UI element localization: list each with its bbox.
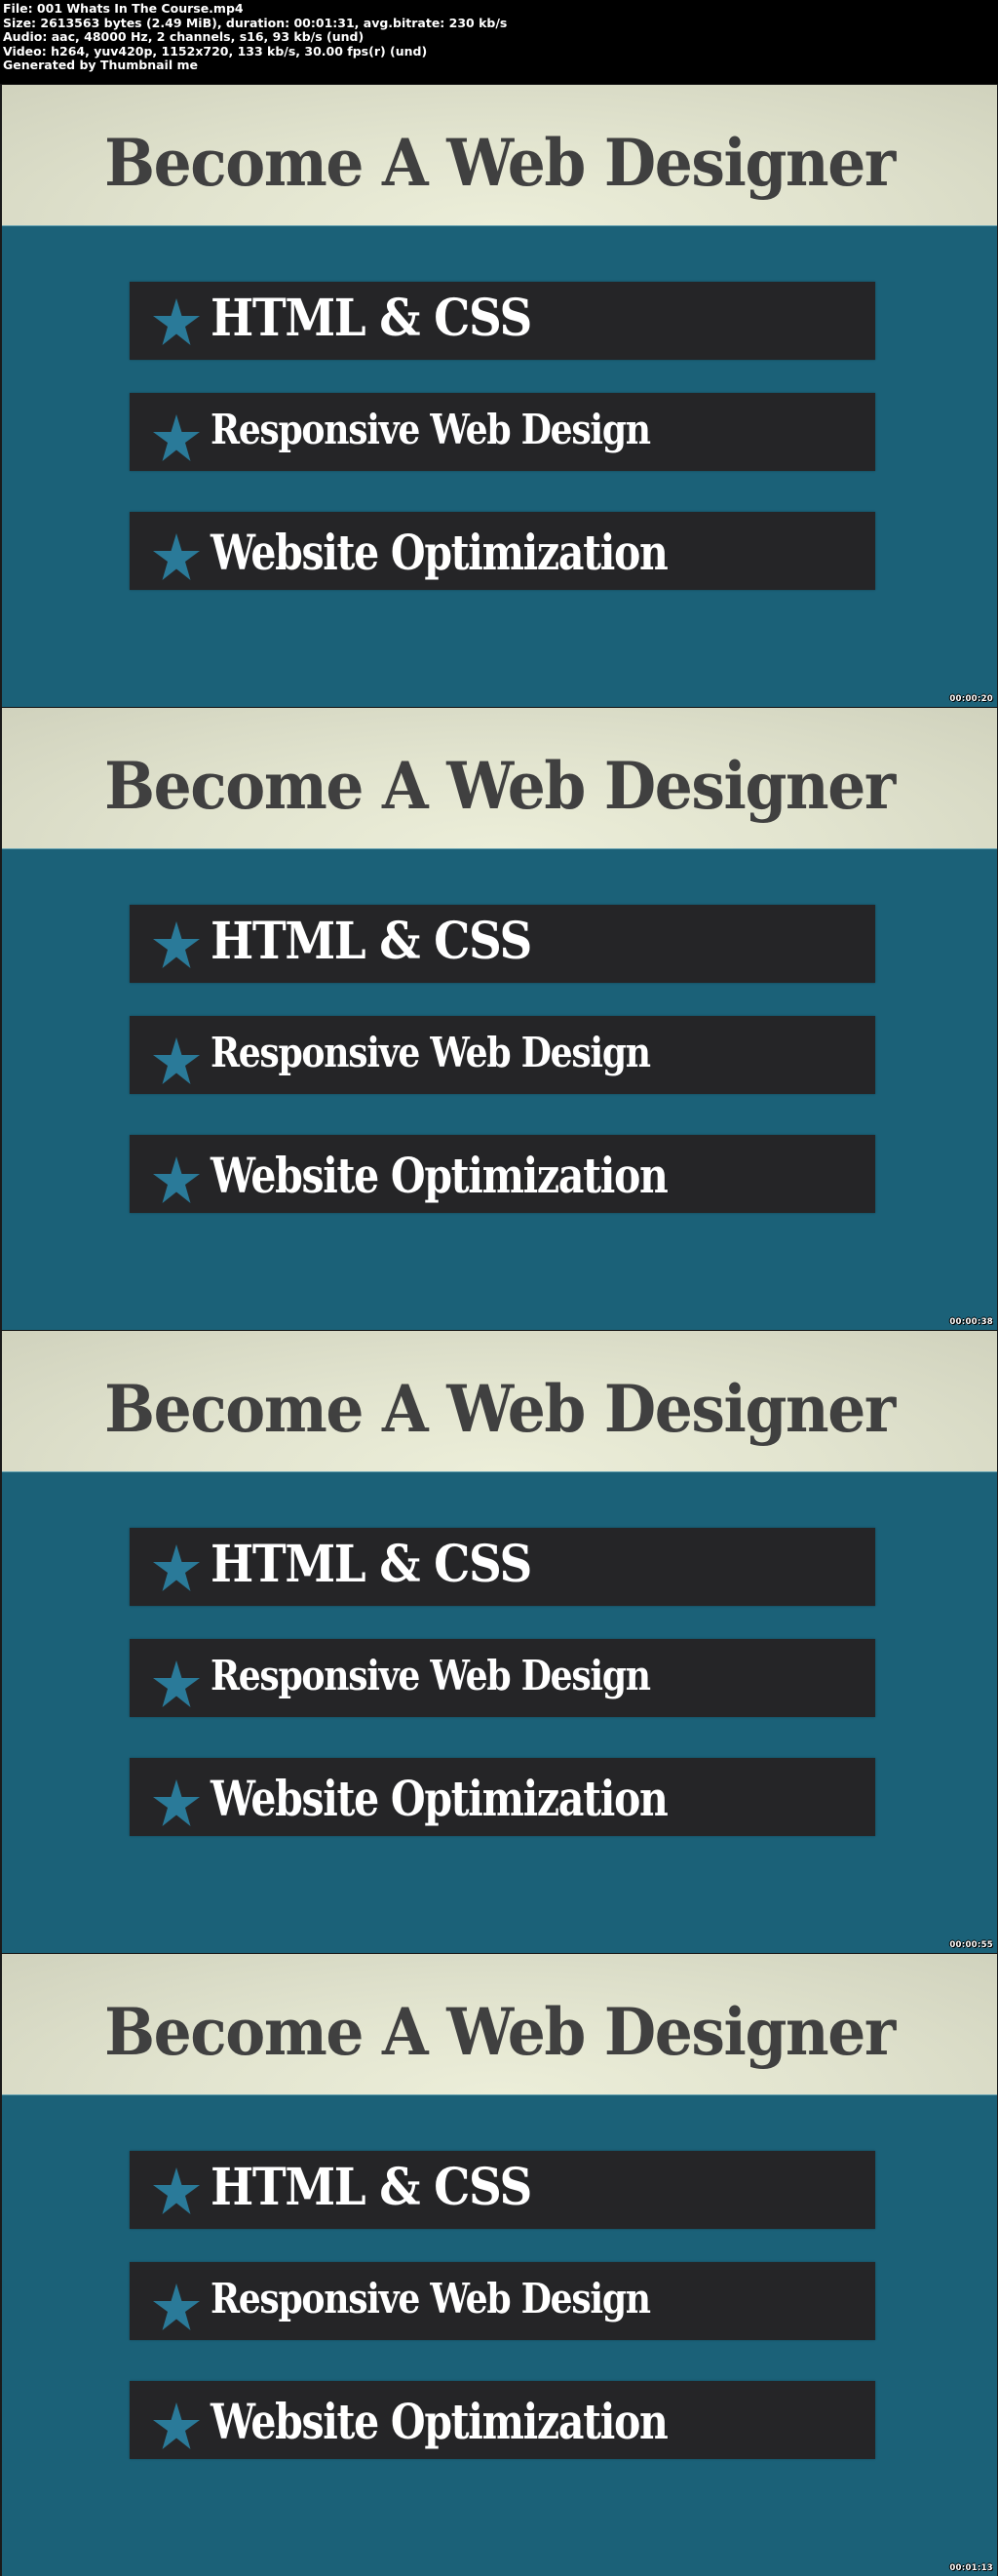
title-band: Become A Web Designer <box>2 1954 997 2095</box>
course-topic-bar: Responsive Web Design <box>130 2262 875 2340</box>
topic-label: HTML & CSS <box>211 289 532 348</box>
course-topic-bar: Responsive Web Design <box>130 1016 875 1094</box>
star-icon <box>153 1156 200 1203</box>
thumbnail-frame: Become A Web Designer HTML & CSS Respons… <box>0 1330 998 1953</box>
star-icon <box>153 533 200 580</box>
course-topic-bar: Website Optimization <box>130 512 875 590</box>
info-file-line: File: 001 Whats In The Course.mp4 <box>3 1 244 16</box>
star-icon <box>153 1037 200 1084</box>
topic-label: Website Optimization <box>211 1770 669 1827</box>
thumbnail-frame: Become A Web Designer HTML & CSS Respons… <box>0 1953 998 2576</box>
topic-label: Responsive Web Design <box>211 1029 651 1076</box>
topic-label: Website Optimization <box>211 1147 669 1204</box>
course-topic-bar: HTML & CSS <box>130 282 875 360</box>
slide-title: Become A Web Designer <box>104 125 896 201</box>
title-band: Become A Web Designer <box>2 1331 997 1472</box>
thumbnail-frame: Become A Web Designer HTML & CSS Respons… <box>0 707 998 1330</box>
course-topic-bar: Responsive Web Design <box>130 393 875 471</box>
thumbnail-frame: Become A Web Designer HTML & CSS Respons… <box>0 84 998 707</box>
star-icon <box>153 921 200 968</box>
title-band: Become A Web Designer <box>2 85 997 226</box>
course-topic-bar: Website Optimization <box>130 1135 875 1213</box>
topic-label: HTML & CSS <box>211 1535 532 1594</box>
info-generator-line: Generated by Thumbnail me <box>3 58 198 73</box>
topic-label: Website Optimization <box>211 524 669 581</box>
frame-timestamp: 00:01:13 <box>949 2563 993 2573</box>
info-video-line: Video: h264, yuv420p, 1152x720, 133 kb/s… <box>3 43 428 59</box>
course-topic-bar: Responsive Web Design <box>130 1639 875 1717</box>
info-size-line: Size: 2613563 bytes (2.49 MiB), duration… <box>3 15 508 30</box>
course-topic-bar: Website Optimization <box>130 1758 875 1836</box>
info-audio-line: Audio: aac, 48000 Hz, 2 channels, s16, 9… <box>3 29 365 45</box>
topic-label: Responsive Web Design <box>211 406 651 453</box>
star-icon <box>153 414 200 461</box>
topic-label: HTML & CSS <box>211 912 532 971</box>
frame-timestamp: 00:00:20 <box>949 694 993 704</box>
topic-label: Responsive Web Design <box>211 1652 651 1699</box>
topic-label: Responsive Web Design <box>211 2275 651 2322</box>
star-icon <box>153 2283 200 2330</box>
slide-title: Become A Web Designer <box>104 748 896 824</box>
title-band: Become A Web Designer <box>2 708 997 849</box>
course-topic-bar: Website Optimization <box>130 2381 875 2459</box>
star-icon <box>153 1779 200 1826</box>
topic-label: Website Optimization <box>211 2393 669 2450</box>
star-icon <box>153 2167 200 2214</box>
course-topic-bar: HTML & CSS <box>130 2151 875 2229</box>
slide-title: Become A Web Designer <box>104 1371 896 1447</box>
topic-label: HTML & CSS <box>211 2158 532 2217</box>
video-info-header: File: 001 Whats In The Course.mp4 Size: … <box>0 0 998 84</box>
star-icon <box>153 1660 200 1707</box>
frame-timestamp: 00:00:55 <box>949 1940 993 1950</box>
course-topic-bar: HTML & CSS <box>130 1528 875 1606</box>
frame-timestamp: 00:00:38 <box>949 1317 993 1327</box>
slide-title: Become A Web Designer <box>104 1994 896 2070</box>
star-icon <box>153 1544 200 1591</box>
course-topic-bar: HTML & CSS <box>130 905 875 983</box>
star-icon <box>153 2402 200 2449</box>
star-icon <box>153 298 200 345</box>
